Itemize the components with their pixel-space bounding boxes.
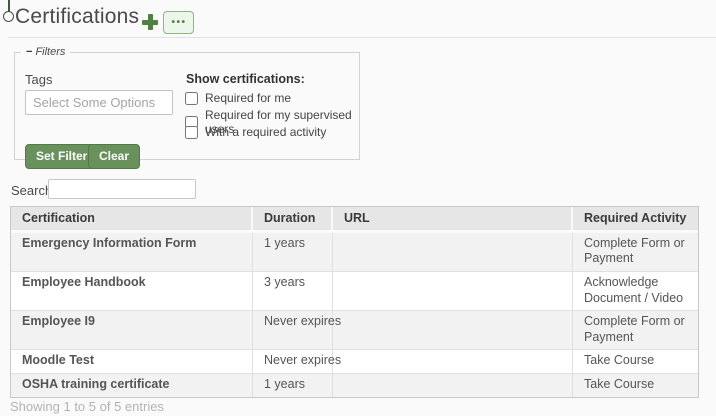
ellipsis-icon: ••• [170, 18, 186, 28]
header-divider [8, 37, 716, 38]
required-activity-link[interactable]: Complete Form or Payment [573, 311, 698, 350]
duration-cell: Never expires [253, 311, 333, 350]
filters-legend-label: Filters [35, 46, 65, 58]
url-cell [333, 311, 573, 350]
more-options-button[interactable]: ••• [163, 11, 194, 34]
required-activity-link[interactable]: Take Course [573, 350, 698, 374]
table-row: Employee I9 Never expires Complete Form … [11, 311, 698, 350]
tags-label: Tags [25, 72, 52, 87]
table-info: Showing 1 to 5 of 5 entries [10, 399, 164, 414]
table-header-row: Certification Duration URL Required Acti… [11, 207, 698, 233]
certification-link[interactable]: Employee Handbook [11, 272, 253, 311]
column-header-url[interactable]: URL [333, 207, 573, 233]
with-required-activity-checkbox[interactable] [185, 126, 198, 139]
tags-select-input[interactable] [25, 90, 173, 115]
checkbox-label: Required for me [205, 91, 291, 105]
certification-link[interactable]: Employee I9 [11, 311, 253, 350]
checkbox-label: With a required activity [205, 125, 326, 139]
certification-link[interactable]: Moodle Test [11, 350, 253, 374]
duration-cell: Never expires [253, 350, 333, 374]
required-activity-link[interactable]: Complete Form or Payment [573, 233, 698, 272]
checkbox-row-required-activity[interactable]: With a required activity [185, 125, 326, 139]
duration-cell: 1 years [253, 233, 333, 272]
anchor-circle-icon [3, 11, 14, 22]
filters-panel: −Filters Tags Show certifications: Requi… [14, 46, 360, 160]
table-row: Emergency Information Form 1 years Compl… [11, 233, 698, 272]
required-for-me-checkbox[interactable] [185, 92, 198, 105]
add-certification-icon[interactable] [142, 14, 158, 30]
show-certifications-label: Show certifications: [186, 72, 305, 86]
page-title: Certifications [15, 5, 139, 29]
column-header-duration[interactable]: Duration [253, 207, 333, 233]
url-cell [333, 272, 573, 311]
collapse-icon[interactable]: − [26, 46, 32, 58]
certifications-table: Certification Duration URL Required Acti… [10, 206, 699, 398]
required-activity-link[interactable]: Acknowledge Document / Video [573, 272, 698, 311]
duration-cell: 1 years [253, 374, 333, 397]
certification-link[interactable]: OSHA training certificate [11, 374, 253, 397]
search-input[interactable] [48, 179, 196, 199]
filters-legend: −Filters [21, 46, 70, 58]
certification-link[interactable]: Emergency Information Form [11, 233, 253, 272]
clear-button[interactable]: Clear [88, 144, 140, 169]
column-header-required-activity[interactable]: Required Activity [573, 207, 698, 233]
column-header-certification[interactable]: Certification [11, 207, 253, 233]
table-row: Employee Handbook 3 years Acknowledge Do… [11, 272, 698, 311]
url-cell [333, 233, 573, 272]
url-cell [333, 374, 573, 397]
checkbox-row-required-for-me[interactable]: Required for me [185, 91, 291, 105]
plus-icon [148, 14, 153, 30]
table-row: Moodle Test Never expires Take Course [11, 350, 698, 374]
duration-cell: 3 years [253, 272, 333, 311]
table-row: OSHA training certificate 1 years Take C… [11, 374, 698, 397]
url-cell [333, 350, 573, 374]
required-activity-link[interactable]: Take Course [573, 374, 698, 397]
